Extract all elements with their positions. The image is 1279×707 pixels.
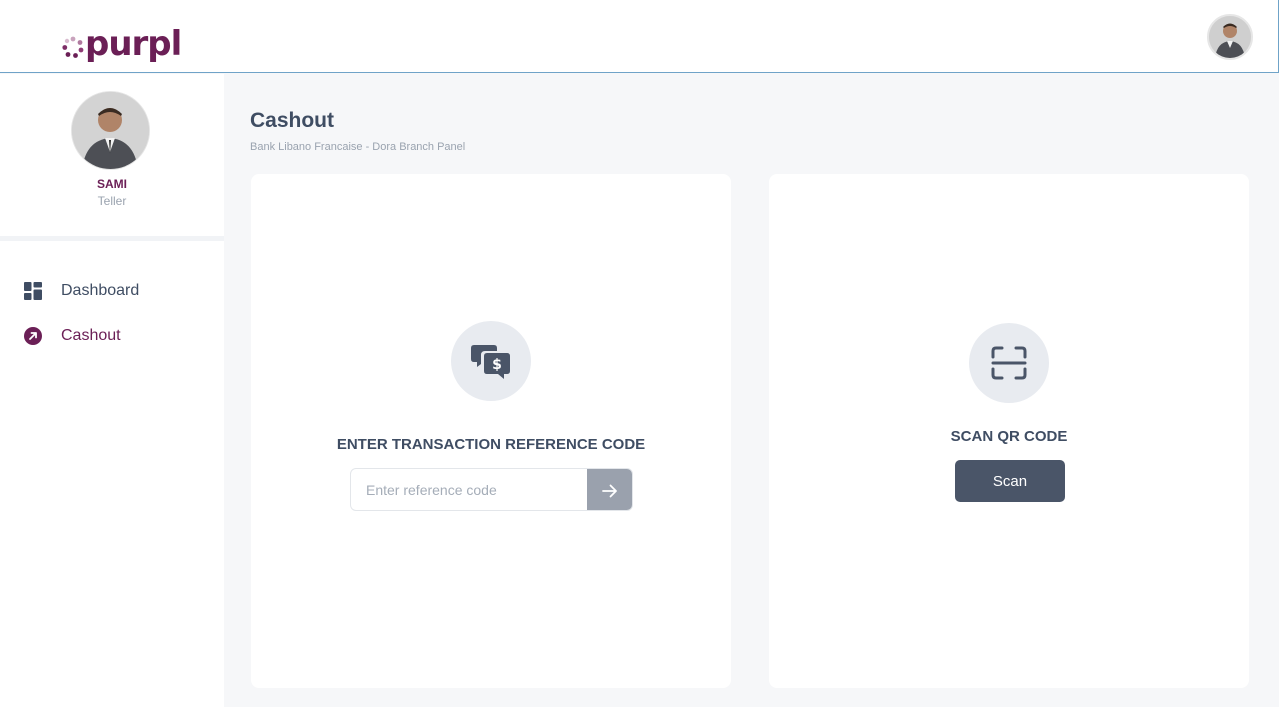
sidebar-item-label: Dashboard xyxy=(61,282,140,299)
qr-scan-icon-circle xyxy=(969,323,1049,403)
arrow-up-right-circle-icon xyxy=(24,327,42,345)
sidebar-item-label: Cashout xyxy=(61,327,121,344)
sidebar-item-cashout[interactable]: Cashout xyxy=(24,325,121,347)
sidebar: SAMI Teller Dashboard Cashout xyxy=(0,74,224,707)
reference-code-heading: ENTER TRANSACTION REFERENCE CODE xyxy=(336,436,646,453)
svg-text:$: $ xyxy=(492,357,502,373)
chat-dollar-icon-circle: $ xyxy=(451,321,531,401)
logo-dots-icon xyxy=(62,36,84,58)
user-avatar-icon xyxy=(72,92,149,169)
submit-reference-button[interactable] xyxy=(587,469,632,510)
page-title: Cashout xyxy=(250,109,334,132)
purpl-logo[interactable]: purpl xyxy=(62,14,182,64)
chat-dollar-icon: $ xyxy=(471,345,510,379)
page-subtitle: Bank Libano Francaise - Dora Branch Pane… xyxy=(250,141,466,153)
arrow-right-icon xyxy=(601,484,617,497)
scan-qr-heading: SCAN QR CODE xyxy=(950,428,1068,445)
reference-code-input[interactable] xyxy=(351,469,587,510)
reference-code-group xyxy=(350,468,633,511)
scan-qr-card: SCAN QR CODE Scan xyxy=(769,174,1249,688)
brand-name: purpl xyxy=(85,24,182,64)
header-avatar[interactable] xyxy=(1207,14,1253,60)
top-bar: purpl xyxy=(0,0,1279,73)
qr-scan-icon xyxy=(991,346,1027,380)
user-profile: SAMI Teller xyxy=(0,74,224,241)
profile-name: SAMI xyxy=(97,177,127,191)
sidebar-item-dashboard[interactable]: Dashboard xyxy=(24,280,139,302)
profile-avatar xyxy=(72,92,149,169)
profile-role: Teller xyxy=(97,194,127,208)
reference-code-card: $ ENTER TRANSACTION REFERENCE CODE xyxy=(251,174,731,688)
scan-button[interactable]: Scan xyxy=(955,460,1065,502)
dashboard-grid-icon xyxy=(24,282,42,300)
user-avatar-icon xyxy=(1209,16,1251,58)
